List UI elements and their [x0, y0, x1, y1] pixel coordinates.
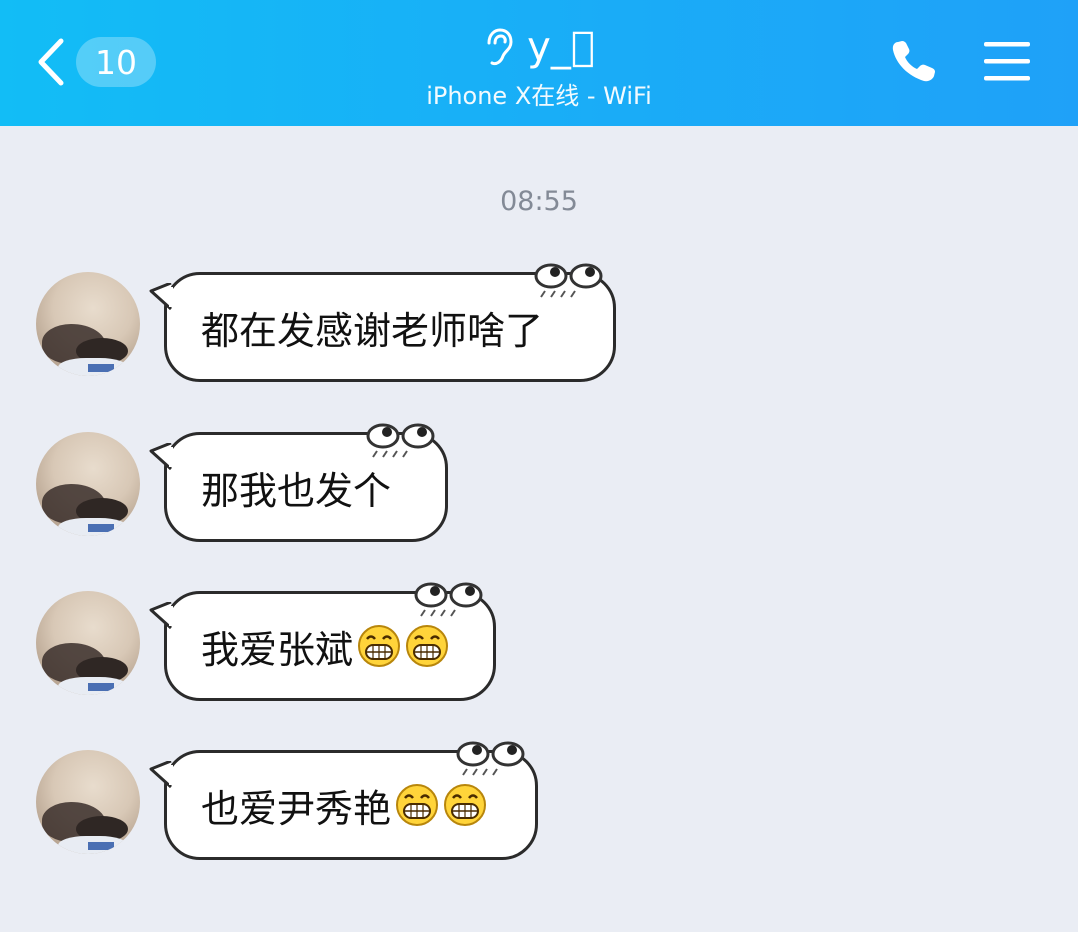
- message-text: 都在发感谢老师啥了: [201, 308, 544, 353]
- grin-emoji-icon: [406, 625, 449, 667]
- bubble-tail: [149, 761, 173, 789]
- eyes-icon: [534, 263, 603, 298]
- message-bubble[interactable]: 那我也发个: [149, 423, 448, 542]
- grin-emoji-icon: [444, 784, 487, 826]
- menu-button[interactable]: [982, 38, 1032, 84]
- phone-icon: [892, 41, 935, 82]
- bubble-tail: [149, 283, 173, 311]
- message-text: 那我也发个: [201, 468, 392, 513]
- message-bubble[interactable]: 都在发感谢老师啥了: [149, 263, 616, 382]
- grin-emoji-icon: [396, 784, 439, 826]
- message-text: 我爱张斌: [201, 627, 354, 672]
- avatar[interactable]: [36, 750, 140, 854]
- bubble-tail: [149, 602, 173, 630]
- avatar[interactable]: [36, 591, 140, 695]
- message-bubble[interactable]: 我爱张斌: [149, 582, 496, 701]
- contact-name: y_⃣: [527, 24, 595, 70]
- avatar[interactable]: [36, 432, 140, 536]
- eyes-icon: [414, 582, 483, 617]
- avatar[interactable]: [36, 272, 140, 376]
- chat-header: 10 y_⃣ iPhone X在线 - WiFi: [0, 0, 1078, 126]
- message-bubble[interactable]: 也爱尹秀艳: [149, 741, 538, 860]
- grin-emoji-icon: [358, 625, 401, 667]
- ear-icon: [487, 28, 513, 66]
- menu-icon: [984, 42, 1030, 81]
- message-timestamp: 08:55: [500, 186, 578, 217]
- bubble-tail: [149, 443, 173, 471]
- eyes-icon: [366, 423, 435, 458]
- message-text: 也爱尹秀艳: [201, 786, 392, 831]
- call-button[interactable]: [888, 38, 940, 86]
- eyes-icon: [456, 741, 525, 776]
